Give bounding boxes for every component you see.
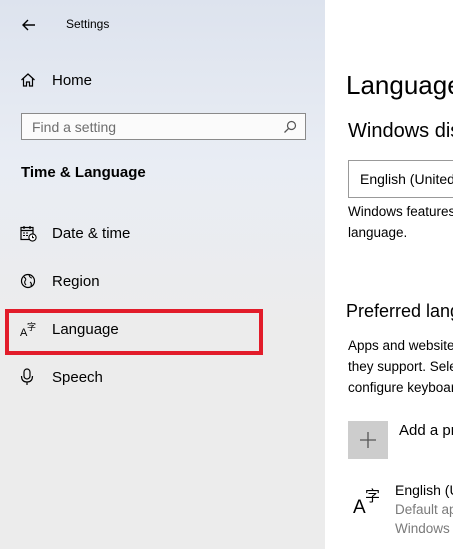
svg-text:字: 字 <box>365 487 380 505</box>
sidebar-item-speech[interactable]: Speech <box>14 360 304 394</box>
display-language-description-line-1: Windows features like Settings and File … <box>348 204 453 219</box>
windows-display-language-heading: Windows display language <box>348 120 453 142</box>
home-icon <box>20 72 44 88</box>
calendar-clock-icon <box>20 225 44 242</box>
sidebar-item-region[interactable]: Region <box>14 264 304 298</box>
sidebar: Settings Home Find a setting Time & Lang… <box>0 0 325 549</box>
search-input[interactable]: Find a setting <box>21 113 306 140</box>
section-title: Time & Language <box>21 164 146 181</box>
globe-icon <box>20 273 44 289</box>
display-language-dropdown[interactable]: English (United States) <box>348 160 453 198</box>
main-content: Language Windows display language Englis… <box>325 8 453 549</box>
page-title: Language <box>346 70 453 100</box>
sidebar-item-date-time[interactable]: Date & time <box>14 216 304 250</box>
preferred-description-line-3: configure keyboards and other features. <box>348 380 453 395</box>
selection-highlight-box <box>5 309 263 355</box>
dropdown-selected-value: English (United States) <box>360 171 453 187</box>
preferred-languages-heading: Preferred languages <box>346 301 453 321</box>
back-button[interactable] <box>14 12 44 38</box>
language-icon: A 字 <box>353 487 380 516</box>
search-placeholder: Find a setting <box>32 118 117 135</box>
sidebar-item-label: Date & time <box>52 224 131 242</box>
language-name: English (United States) <box>395 482 453 498</box>
app-title: Settings <box>66 17 110 31</box>
home-label: Home <box>52 71 93 89</box>
sidebar-item-home[interactable]: Home <box>14 66 304 94</box>
language-sub-line-1: Default app language <box>395 502 453 517</box>
sidebar-item-label: Region <box>52 272 100 290</box>
sidebar-item-label: Speech <box>52 368 103 386</box>
add-language-label[interactable]: Add a preferred language <box>399 422 453 439</box>
search-icon[interactable] <box>279 120 301 134</box>
preferred-description-line-1: Apps and websites will appear in the fir… <box>348 338 453 353</box>
preferred-description-line-2: they support. Select a language and then… <box>348 359 453 374</box>
language-sub-line-2: Windows display language <box>395 521 453 536</box>
add-language-button[interactable] <box>348 421 388 459</box>
microphone-icon <box>20 368 44 386</box>
plus-icon <box>360 432 376 448</box>
back-arrow-icon <box>22 19 35 31</box>
display-language-description-line-2: language. <box>348 225 408 240</box>
